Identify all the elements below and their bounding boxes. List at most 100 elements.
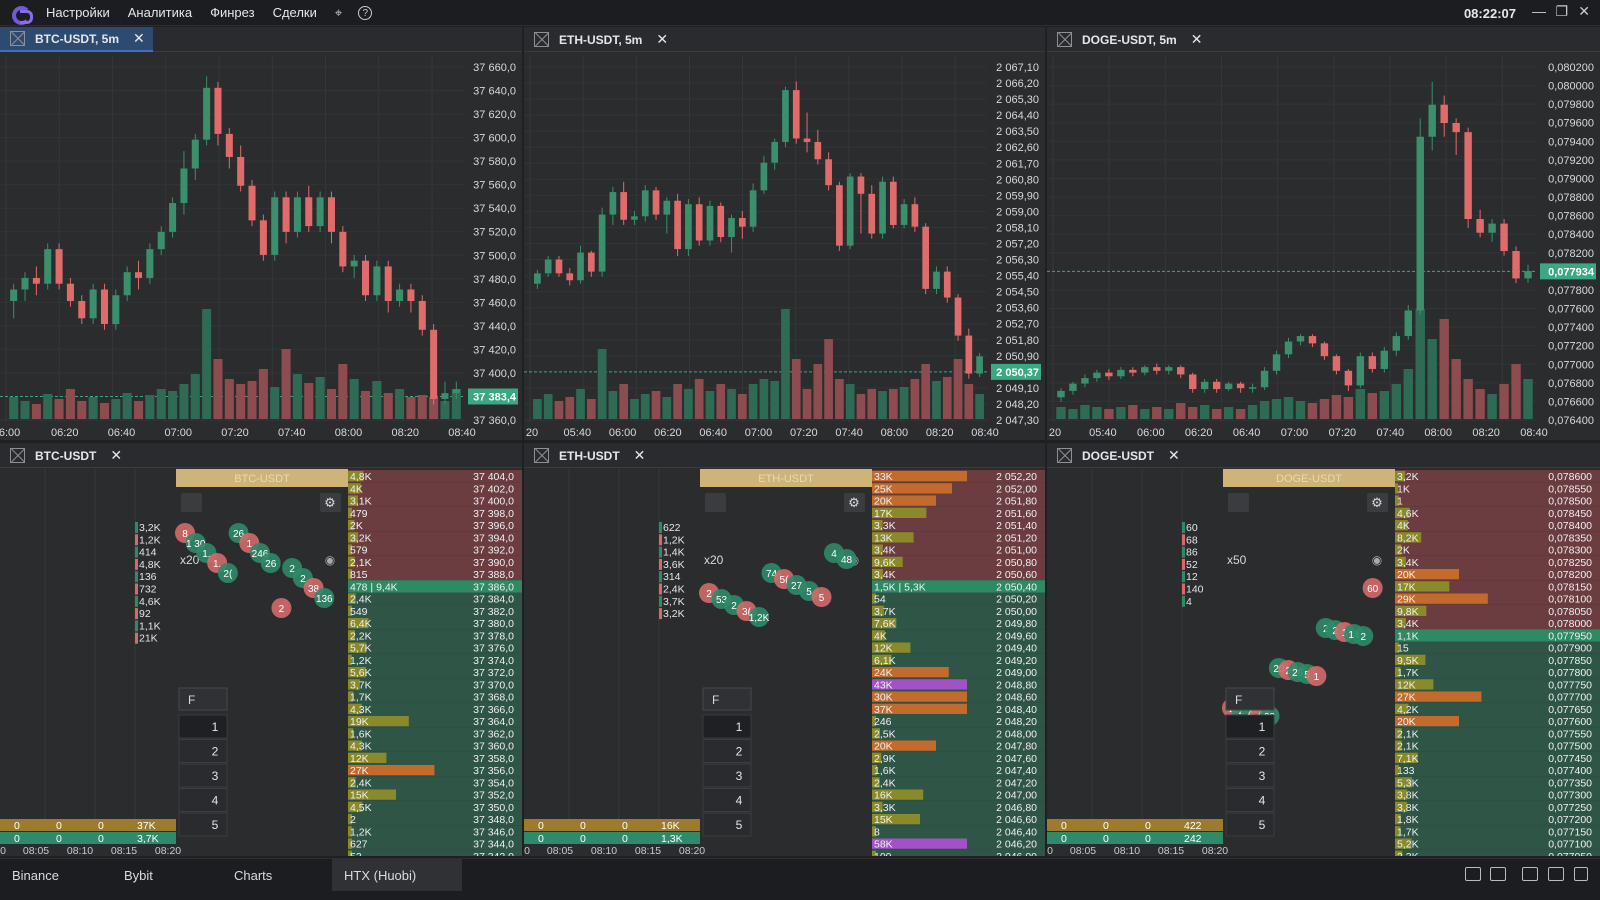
candle-body: [1057, 390, 1065, 398]
volume-bar: [1164, 409, 1174, 419]
orderbook-volume: 1,6K: [350, 728, 372, 740]
orderbook-volume: 4,3K: [350, 704, 372, 716]
price-tick-label: 37 480,0: [473, 274, 516, 286]
swap-icon[interactable]: [1490, 867, 1506, 881]
orderbook-volume: 3,7K: [874, 606, 896, 618]
scalp-pane-btc: BTC-USDT ✕ BTC-USDT ⚙ x20 ◉ 8 1 30 1. 1. 2(26 1 246…: [0, 443, 522, 856]
volume-bar: [1487, 394, 1497, 419]
chart-add-icon[interactable]: [1548, 867, 1564, 881]
candlestick-chart[interactable]: 0,080200 0,080000 0,079800 0,079600 0,079400…: [1047, 27, 1600, 440]
scalper-orderbook[interactable]: ETH-USDT⚙x20◉25323(1,2K745(27554486221,2…: [524, 443, 1045, 856]
tab-charts[interactable]: Charts: [222, 859, 332, 891]
list-icon[interactable]: [1574, 867, 1588, 881]
orderbook-price: 37 368,0: [473, 692, 514, 704]
candle-body: [293, 197, 301, 232]
cluster-volume: 1,2K: [139, 534, 161, 546]
price-tick-label: 37 440,0: [473, 321, 516, 333]
scalper-orderbook[interactable]: DOGE-USDT⚙x50◉22442820226512211426060688…: [1047, 443, 1600, 856]
cluster-volume: 3,2K: [139, 522, 161, 534]
menu-finres[interactable]: Финрез: [210, 5, 254, 20]
orderbook-price: 2 049,80: [996, 618, 1037, 630]
orderbook-price: 0,078200: [1548, 569, 1592, 581]
price-tick-label: 0,079400: [1548, 136, 1594, 148]
tab-bybit[interactable]: Bybit: [112, 859, 222, 891]
time-tick-label: 20: [526, 427, 538, 439]
time-tick-label: 08:20: [391, 427, 419, 439]
time-label: 0: [1047, 845, 1053, 856]
cluster-marker: [659, 546, 662, 558]
volume-bar: [1056, 407, 1066, 419]
candle-body: [146, 249, 154, 278]
help-icon[interactable]: ?: [358, 5, 373, 20]
orderbook-icon[interactable]: [1522, 867, 1538, 881]
price-tick-label: 37 460,0: [473, 297, 516, 309]
cluster-volume: 314: [663, 571, 681, 583]
candle-body: [1344, 370, 1353, 386]
candle-body: [846, 176, 854, 246]
tab-binance[interactable]: Binance: [0, 859, 112, 891]
volume-bar: [202, 309, 212, 419]
orderbook-volume: 1,7K: [350, 692, 372, 704]
cluster-volume: 4: [1186, 596, 1192, 608]
orderbook-price: 2 047,80: [996, 741, 1037, 753]
volume-bar: [586, 399, 596, 419]
cluster-marker: [135, 632, 138, 644]
bottom-tab-bar: Binance Bybit Charts HTX (Huobi): [0, 858, 1600, 900]
level-button: [702, 739, 752, 763]
pin-off-icon[interactable]: ⌖: [335, 5, 342, 21]
time-tick-label: 06:00: [1137, 427, 1165, 439]
candle-body: [1308, 336, 1317, 344]
candle-body: [1200, 381, 1209, 390]
price-tick-label: 37 400,0: [473, 368, 516, 380]
orderbook-volume: 30K: [874, 692, 893, 704]
candle-body: [112, 295, 120, 325]
trade-bubble-label: 48: [841, 555, 853, 566]
scalper-orderbook[interactable]: BTC-USDT⚙x20 ◉81 301.1.2(2612462622238136…: [0, 443, 522, 856]
orderbook-price: 2 046,60: [996, 814, 1037, 826]
candlestick-chart[interactable]: 37 660,0 37 640,0 37 620,0 37 600,0 37 580,0…: [0, 27, 522, 440]
level-button-label: 3: [1259, 769, 1266, 783]
tab-htx[interactable]: HTX (Huobi): [332, 859, 462, 891]
menu-trades[interactable]: Сделки: [273, 5, 317, 20]
maximize-icon[interactable]: ❐: [1555, 3, 1568, 20]
volume-bar: [727, 389, 736, 419]
price-tick-label: 0,080200: [1548, 62, 1594, 74]
orderbook-volume: 1,2K: [350, 826, 372, 838]
level-button: [178, 788, 228, 812]
close-window-icon[interactable]: ✕: [1578, 3, 1590, 20]
candle-body: [396, 289, 404, 301]
orderbook-volume: 2,9K: [874, 753, 896, 765]
menu-settings[interactable]: Настройки: [46, 5, 110, 20]
menu-analytics[interactable]: Аналитика: [128, 5, 192, 20]
price-tick-label: 0,078800: [1548, 192, 1594, 204]
orderbook-price: 37 354,0: [473, 777, 514, 789]
level-button-label: 4: [1259, 794, 1266, 808]
candle-body: [248, 185, 256, 221]
candle-body: [1224, 383, 1233, 390]
orderbook-price: 37 344,0: [473, 839, 514, 851]
cluster-marker: [135, 595, 138, 607]
orderbook-volume: 478 | 9,4K: [350, 581, 398, 593]
orderbook-volume: 9,8K: [1397, 606, 1419, 618]
level-button-label: 2: [1259, 745, 1266, 759]
trade-bubble-label: 60: [1367, 584, 1379, 595]
candlestick-chart[interactable]: 2 067,10 2 066,20 2 065,30 2 064,40 2 063,50…: [524, 27, 1045, 440]
volume-bar: [315, 377, 325, 419]
candle-body: [1248, 387, 1257, 389]
level-button: [1225, 739, 1275, 763]
candle-body: [237, 156, 245, 186]
orderbook-price: 37 356,0: [473, 765, 514, 777]
candle-body: [728, 218, 735, 238]
candle-body: [1320, 343, 1329, 357]
level-button-label: 5: [736, 818, 743, 832]
app-logo-icon: [10, 4, 33, 25]
add-window-icon[interactable]: [1465, 867, 1481, 881]
cluster-volume: 414: [139, 547, 157, 559]
cluster-volume: 3,6K: [663, 559, 685, 571]
orderbook-price: 0,077600: [1548, 716, 1592, 728]
orderbook-price: 0,077650: [1548, 704, 1592, 716]
orderbook-volume: 20K: [874, 496, 893, 508]
minimize-icon[interactable]: —: [1532, 3, 1546, 19]
cluster-volume: 732: [139, 584, 157, 596]
orderbook-volume: 43K: [874, 679, 893, 691]
